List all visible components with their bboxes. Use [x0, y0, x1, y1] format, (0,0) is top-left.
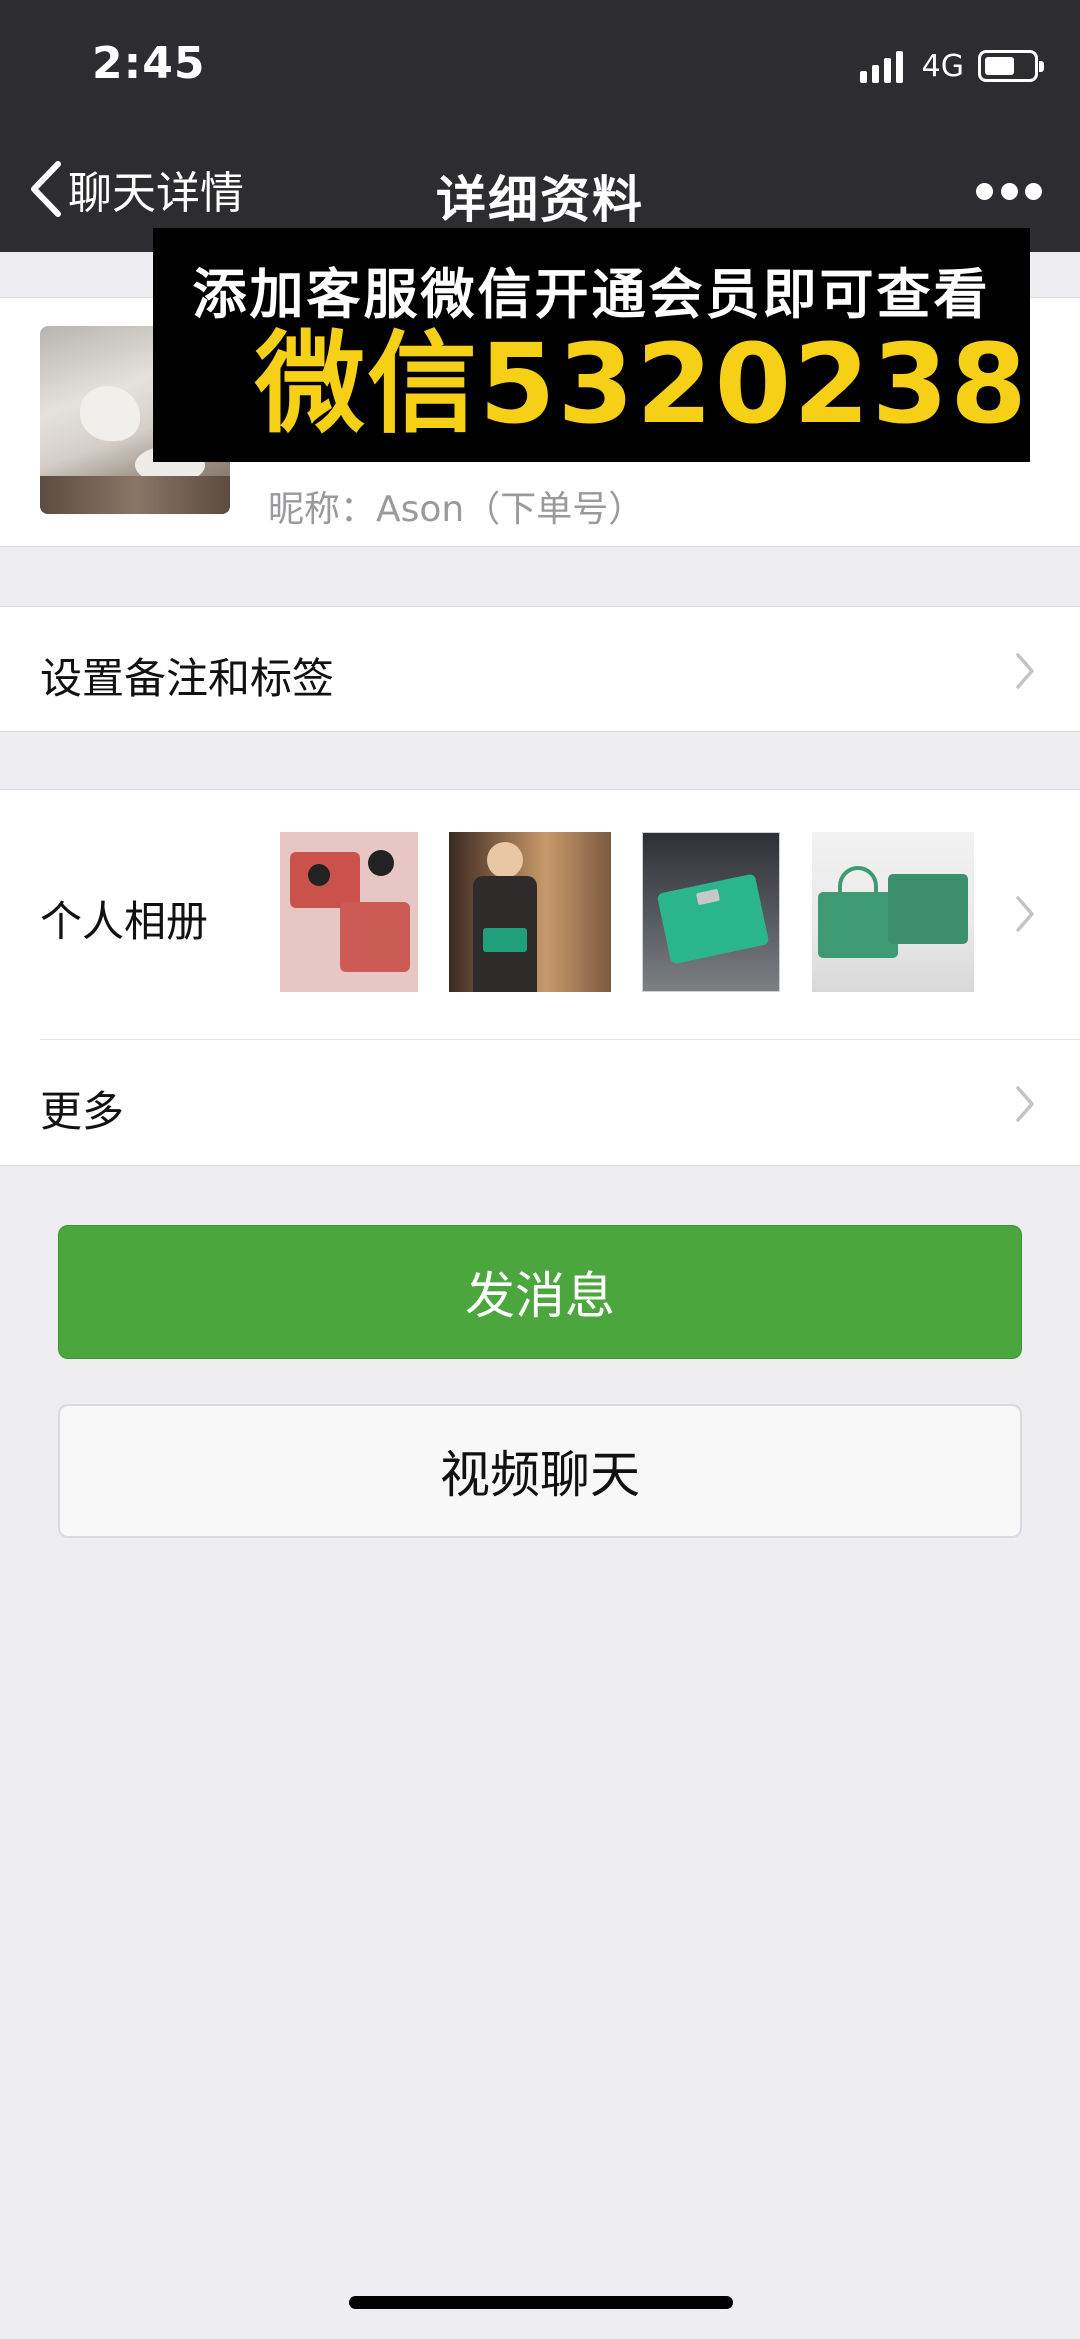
personal-album-cell[interactable]: 个人相册 — [40, 790, 1080, 1040]
promo-line-1: 添加客服微信开通会员即可查看 — [192, 263, 991, 326]
promo-overlay: 添加客服微信开通会员即可查看 微信5320238 — [153, 228, 1030, 462]
chevron-right-icon — [1014, 651, 1036, 691]
battery-icon — [978, 50, 1044, 82]
home-indicator[interactable] — [349, 2296, 733, 2309]
set-remark-cell[interactable]: 设置备注和标签 — [0, 607, 1080, 731]
set-remark-label: 设置备注和标签 — [40, 654, 335, 703]
album-thumbnail — [280, 832, 418, 992]
video-chat-button[interactable]: 视频聊天 — [58, 1404, 1022, 1538]
album-thumbnail — [812, 832, 974, 992]
album-group: 个人相册 更多 — [0, 789, 1080, 1166]
top-bar: 2:45 4G 聊天详情 详细资料 — [0, 0, 1080, 252]
personal-album-label: 个人相册 — [40, 897, 209, 946]
status-time: 2:45 — [92, 38, 206, 89]
more-cell[interactable]: 更多 — [0, 1040, 1080, 1165]
network-type: 4G — [921, 48, 964, 84]
more-dots-icon[interactable] — [976, 176, 1042, 206]
send-message-button[interactable]: 发消息 — [58, 1225, 1022, 1359]
promo-line-2: 微信5320238 — [255, 320, 1029, 448]
chevron-right-icon — [1014, 894, 1036, 934]
nickname: 昵称：Ason（下单号） — [268, 489, 645, 530]
page-title: 详细资料 — [436, 171, 644, 229]
album-thumbnail — [449, 832, 611, 992]
status-indicators: 4G — [859, 46, 1044, 86]
remark-group: 设置备注和标签 — [0, 606, 1080, 732]
chevron-right-icon — [1014, 1084, 1036, 1124]
album-thumbnail — [642, 832, 780, 992]
signal-icon — [859, 49, 908, 83]
more-label: 更多 — [40, 1087, 125, 1136]
